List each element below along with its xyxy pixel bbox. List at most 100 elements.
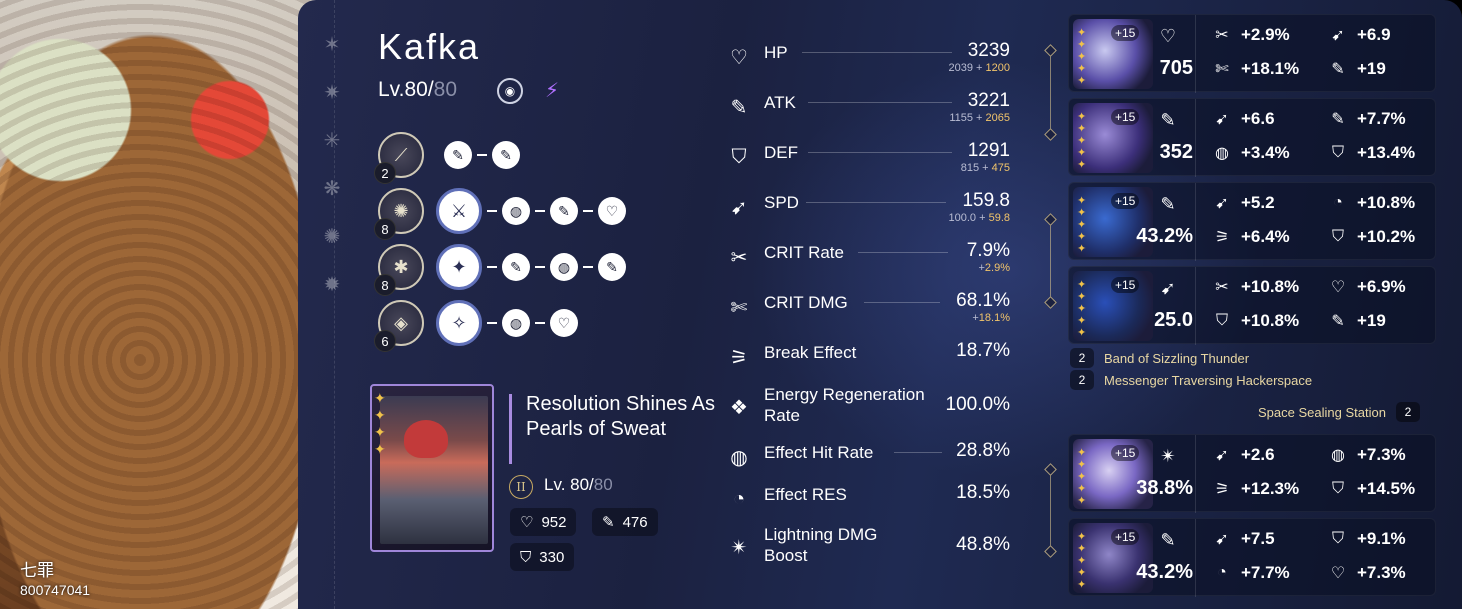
atk-icon[interactable]: ✎ <box>598 253 626 281</box>
stat-value: 7.9% <box>966 240 1010 261</box>
stat-value: 18.7% <box>956 340 1010 361</box>
relic-divider <box>1195 99 1196 177</box>
ultimate-icon[interactable]: ✱ 8 <box>374 244 424 296</box>
stat-breakdown: 1155 + 2065 <box>949 112 1010 124</box>
relic-feet[interactable]: ✦ ✦ ✦ ✦ ✦ +15 ➹ 25.0 ✂ +10.8% ♡ +6.9% ⛉ +10.8% … <box>1068 266 1436 345</box>
substat-value: +13.4% <box>1357 143 1416 162</box>
stat-label: Lightning DMG Boost <box>764 525 878 565</box>
def-icon: ⛉ <box>731 145 747 168</box>
trace-connector <box>535 266 545 268</box>
atk-icon[interactable]: ✎ <box>492 141 520 169</box>
lc-atk-value: 476 <box>622 513 648 531</box>
relic-planar-sphere[interactable]: ✦ ✦ ✦ ✦ ✦ +15 ✴ 38.8% ➹ +2.6 ◍ +7.3% ⚞ +12.3% ⛉… <box>1068 434 1436 513</box>
hp-icon: ♡ <box>730 46 748 69</box>
star-icon: ✦ <box>374 407 386 423</box>
atk-icon[interactable]: ✎ <box>444 141 472 169</box>
atk-icon: ✎ <box>1160 529 1176 550</box>
relic-level: +15 <box>1111 25 1140 41</box>
stat-breakdown: 100.0 + 59.8 <box>948 212 1011 224</box>
stat-breakdown: 2039 + 1200 <box>948 62 1010 74</box>
substat-value: +5.2 <box>1241 193 1275 212</box>
stat-atk: ✎ ATK 3221 1155 + 2065 <box>724 90 1014 132</box>
stat-label: SPD <box>764 193 799 212</box>
skill-level: 6 <box>374 330 396 352</box>
star-icon: ✦ <box>374 424 386 440</box>
relic-link-rope[interactable]: ✦ ✦ ✦ ✦ ✦ +15 ✎ 43.2% ➹ +7.5 ⛉ +9.1% ◔ +7.7% ♡ +… <box>1068 518 1436 597</box>
atk-icon[interactable]: ✎ <box>550 197 578 225</box>
effect-hit-rate-icon[interactable]: ◍ <box>550 253 578 281</box>
skill-level: 8 <box>374 274 396 296</box>
nihility-path-icon: ◉ <box>497 78 523 104</box>
skill-level: 8 <box>374 218 396 240</box>
stat-value: 3239 <box>967 40 1010 61</box>
stat-bonus: 2065 <box>985 112 1010 124</box>
skill-level: 2 <box>374 162 396 184</box>
set-name: Messenger Traversing Hackerspace <box>1104 372 1313 388</box>
lightning-element-icon: ⚡ <box>544 79 560 102</box>
hp-icon[interactable]: ♡ <box>598 197 626 225</box>
skill-icon[interactable]: ✺ 8 <box>374 188 424 240</box>
eidolon-5-icon[interactable]: ✺ <box>318 222 346 250</box>
eidolon-1-icon[interactable]: ✶ <box>318 30 346 58</box>
stat-label: Effect RES <box>764 485 847 504</box>
basic-attack-icon[interactable]: ⟋ 2 <box>374 132 424 184</box>
major-trace-icon[interactable]: ✦ <box>436 244 482 290</box>
background-photo <box>0 0 340 609</box>
relic-level: +15 <box>1111 109 1140 125</box>
atk-icon: ✎ <box>1331 111 1345 128</box>
relic-substat: ✂ +2.9% <box>1211 25 1289 45</box>
substat-value: +19 <box>1357 311 1386 330</box>
lc-level-max: 80 <box>593 475 613 494</box>
energy-regen-icon: ❖ <box>730 396 748 419</box>
atk-icon[interactable]: ✎ <box>502 253 530 281</box>
relic-substat: ✎ +7.7% <box>1327 109 1405 129</box>
relic-substat: ♡ +6.9% <box>1327 277 1406 297</box>
relic-body[interactable]: ✦ ✦ ✦ ✦ ✦ +15 ✎ 43.2% ➹ +5.2 ◔ +10.8% ⚞ +6.4% ⛉… <box>1068 182 1436 261</box>
eidolon-2-icon[interactable]: ✷ <box>318 78 346 106</box>
eidolon-6-icon[interactable]: ✹ <box>318 270 346 298</box>
trace-connector <box>487 210 497 212</box>
stat-spd: ➹ SPD 159.8 100.0 + 59.8 <box>724 190 1014 232</box>
hp-icon[interactable]: ♡ <box>550 309 578 337</box>
major-trace-icon[interactable]: ✧ <box>436 300 482 346</box>
stat-base: 100.0 <box>948 212 977 224</box>
stat-label: Effect Hit Rate <box>764 443 874 462</box>
substat-value: +2.6 <box>1241 445 1275 464</box>
planar-set: Space Sealing Station 2 <box>1258 402 1420 422</box>
lc-hp-value: 952 <box>541 513 567 531</box>
relic-head[interactable]: ✦ ✦ ✦ ✦ ✦ +15 ♡ 705 ✂ +2.9% ➹ +6.9 ✄ +18.1% ✎ +1… <box>1068 14 1436 93</box>
light-cone-rarity: ✦ ✦ ✦ ✦ <box>374 390 386 458</box>
relic-substat: ➹ +5.2 <box>1211 193 1275 213</box>
def-icon: ⛉ <box>1331 144 1344 161</box>
stat-label: CRIT Rate <box>764 243 844 262</box>
eidolon-3-icon[interactable]: ✳ <box>318 126 346 154</box>
break-effect-icon: ⚞ <box>1214 481 1230 498</box>
substat-value: +19 <box>1357 59 1386 78</box>
talent-icon[interactable]: ◈ 6 <box>374 300 424 352</box>
spd-icon: ➹ <box>1215 111 1229 128</box>
relic-hands[interactable]: ✦ ✦ ✦ ✦ ✦ +15 ✎ 352 ➹ +6.6 ✎ +7.7% ◍ +3.4% ⛉ +13… <box>1068 98 1436 177</box>
relic-substat: ➹ +6.9 <box>1327 25 1390 45</box>
effect-hit-rate-icon: ◍ <box>730 446 748 469</box>
lc-stat-def: ⛉ 330 <box>510 543 575 571</box>
hp-icon: ♡ <box>1330 565 1346 582</box>
trace-connector <box>535 322 545 324</box>
relic-substat: ✂ +10.8% <box>1211 277 1299 297</box>
substat-value: +7.5 <box>1241 529 1275 548</box>
break-effect-icon: ⚞ <box>730 346 748 369</box>
effect-hit-rate-icon[interactable]: ◍ <box>502 197 530 225</box>
stat-label: Energy Regeneration Rate <box>764 385 925 425</box>
relic-substat: ⛉ +13.4% <box>1327 143 1415 163</box>
def-icon: ⛉ <box>520 548 532 566</box>
stat-label: HP <box>764 43 788 62</box>
star-icon: ✦ <box>374 390 386 406</box>
substat-value: +12.3% <box>1241 479 1300 498</box>
eidolon-4-icon[interactable]: ❋ <box>318 174 346 202</box>
light-cone-level: Lv. 80/80 <box>544 475 613 495</box>
crit-dmg-icon: ✄ <box>730 296 748 319</box>
trace-row-basic: ⟋ 2 ✎ ✎ <box>374 132 520 184</box>
effect-hit-rate-icon[interactable]: ◍ <box>502 309 530 337</box>
major-trace-icon[interactable]: ⚔ <box>436 188 482 234</box>
stat-line <box>802 52 952 53</box>
relic-substat: ⚞ +6.4% <box>1211 227 1290 247</box>
